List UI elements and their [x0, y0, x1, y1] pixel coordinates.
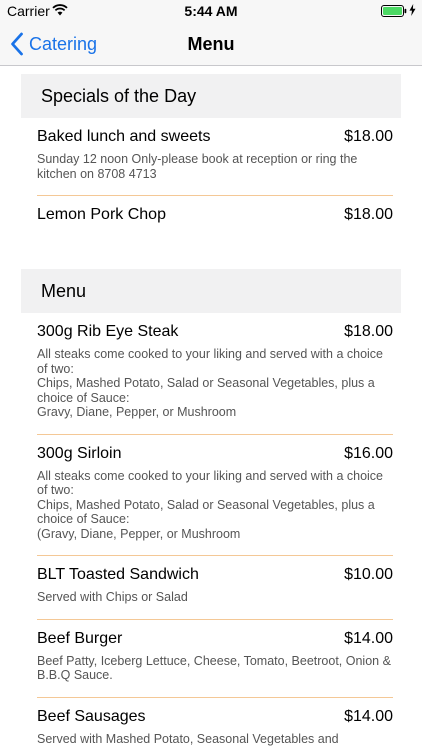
menu-item[interactable]: Beef Sausages $14.00 Served with Mashed … — [37, 698, 393, 750]
page-title: Menu — [187, 34, 235, 54]
item-price: $18.00 — [344, 206, 393, 223]
navigation-bar: Catering Menu — [0, 22, 422, 66]
item-description: All steaks come cooked to your liking an… — [37, 347, 384, 419]
item-name: Beef Sausages — [37, 707, 146, 725]
menu-item[interactable]: 300g Rib Eye Steak $18.00 All steaks com… — [37, 313, 393, 435]
battery-icon — [381, 5, 407, 17]
menu-item[interactable]: Lemon Pork Chop $18.00 — [37, 196, 393, 239]
item-price: $18.00 — [344, 323, 393, 340]
item-name: Baked lunch and sweets — [37, 128, 211, 145]
item-description: All steaks come cooked to your liking an… — [37, 468, 384, 541]
menu-list[interactable]: Specials of the Day Baked lunch and swee… — [0, 67, 422, 750]
item-price: $14.00 — [344, 707, 393, 725]
section-specials: Specials of the Day Baked lunch and swee… — [0, 67, 422, 239]
status-time: 5:44 AM — [184, 3, 238, 19]
charging-icon — [409, 4, 416, 16]
item-price: $10.00 — [344, 566, 393, 583]
item-name: Lemon Pork Chop — [37, 206, 166, 223]
status-bar: Carrier 5:44 AM — [0, 0, 422, 22]
section-header: Specials of the Day — [21, 74, 401, 118]
item-description: Beef Patty, Iceberg Lettuce, Cheese, Tom… — [37, 653, 391, 683]
item-description: Sunday 12 noon Only-please book at recep… — [37, 152, 358, 181]
section-header: Menu — [21, 269, 401, 313]
menu-item[interactable]: BLT Toasted Sandwich $10.00 Served with … — [37, 556, 393, 620]
item-name: Beef Burger — [37, 629, 123, 647]
menu-item[interactable]: Baked lunch and sweets $18.00 Sunday 12 … — [37, 118, 393, 196]
item-name: 300g Sirloin — [37, 444, 122, 462]
menu-item[interactable]: Beef Burger $14.00 Beef Patty, Iceberg L… — [37, 620, 393, 698]
section-menu: Menu 300g Rib Eye Steak $18.00 All steak… — [0, 269, 422, 750]
item-description: Served with Chips or Salad — [37, 590, 188, 604]
item-price: $14.00 — [344, 629, 393, 647]
item-price: $18.00 — [344, 128, 393, 145]
item-price: $16.00 — [344, 444, 393, 462]
item-name: BLT Toasted Sandwich — [37, 566, 199, 583]
item-description: Served with Mashed Potato, Seasonal Vege… — [37, 731, 339, 746]
item-name: 300g Rib Eye Steak — [37, 323, 179, 340]
menu-item[interactable]: 300g Sirloin $16.00 All steaks come cook… — [37, 435, 393, 556]
